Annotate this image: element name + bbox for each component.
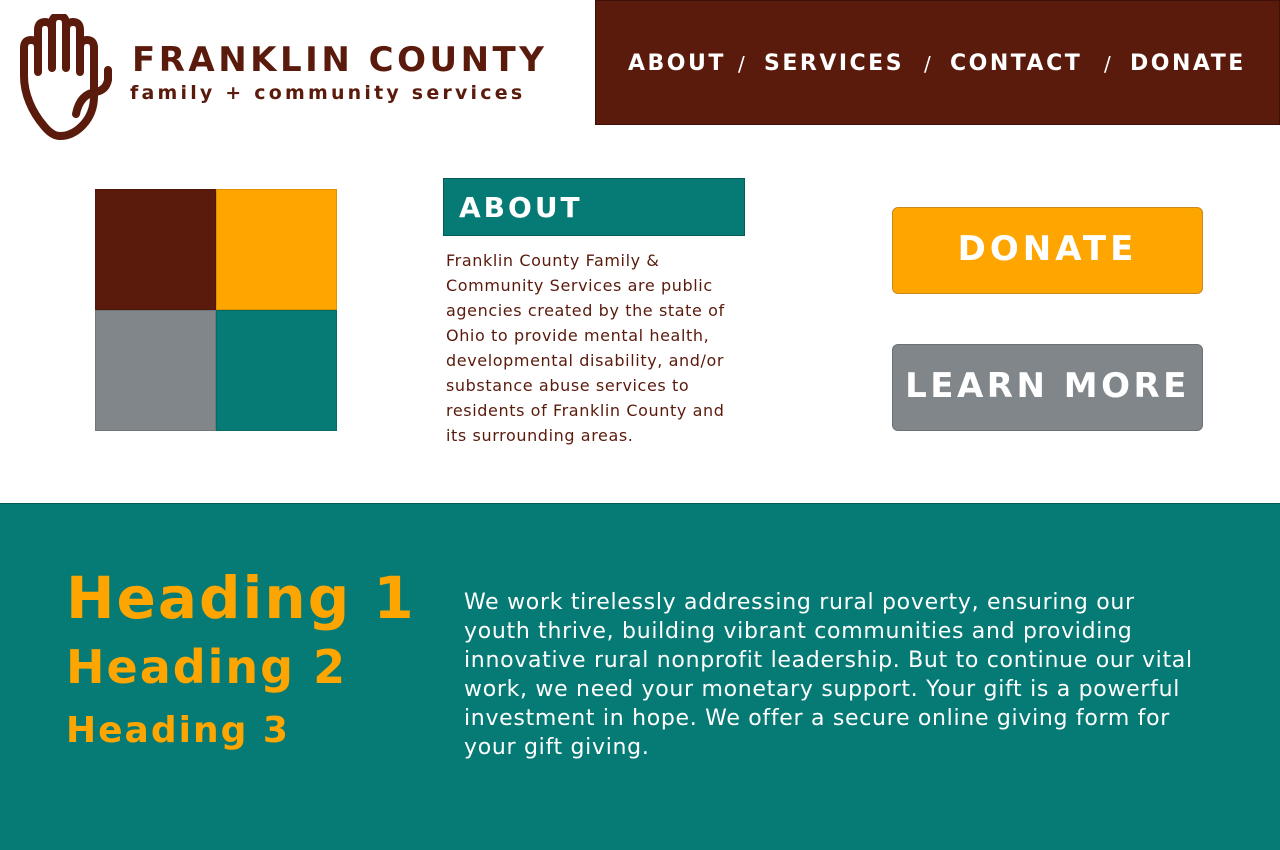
heading-2: Heading 2 (66, 640, 348, 694)
nav-separator: / (924, 52, 931, 76)
nav-item-services[interactable]: SERVICES (764, 51, 904, 76)
heading-3: Heading 3 (66, 710, 290, 751)
main-nav: ABOUT / SERVICES / CONTACT / DONATE (595, 0, 1280, 125)
color-swatch-teal (216, 310, 337, 431)
color-swatch-gray (95, 310, 216, 431)
nav-item-about[interactable]: ABOUT (628, 51, 726, 76)
heading-1: Heading 1 (66, 564, 416, 632)
nav-separator: / (1104, 52, 1111, 76)
band-text: We work tirelessly addressing rural pove… (464, 590, 1193, 760)
donate-button[interactable]: DONATE (892, 207, 1203, 294)
color-palette (95, 189, 337, 431)
about-text: Franklin County Family & Community Servi… (446, 251, 725, 445)
learn-more-button[interactable]: LEARN MORE (892, 344, 1203, 431)
about-heading: ABOUT (443, 178, 745, 236)
brand-name: FRANKLIN COUNTY (132, 40, 548, 80)
nav-item-contact[interactable]: CONTACT (950, 51, 1082, 76)
nav-separator: / (738, 52, 745, 76)
brand-tagline: family + community services (130, 82, 526, 104)
color-swatch-orange (216, 189, 337, 310)
hand-icon (20, 14, 112, 140)
info-band: Heading 1 Heading 2 Heading 3 We work ti… (0, 503, 1280, 850)
color-swatch-brown (95, 189, 216, 310)
nav-item-donate[interactable]: DONATE (1130, 51, 1246, 76)
